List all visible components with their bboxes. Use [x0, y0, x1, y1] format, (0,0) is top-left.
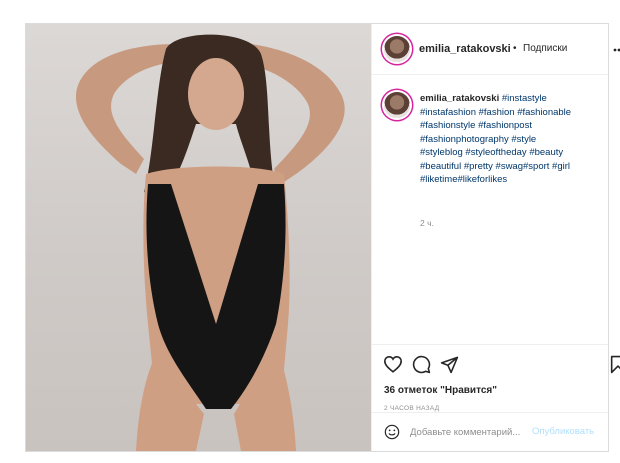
hashtag[interactable]: #likeforlikes — [458, 174, 508, 185]
hashtag[interactable]: #fashionphotography — [420, 134, 509, 145]
hashtag[interactable]: #instastyle — [502, 93, 547, 104]
post-sidebar: emilia_ratakovski • Подписки emilia_rata… — [371, 24, 620, 451]
following-button[interactable]: Подписки — [523, 43, 567, 54]
publish-button[interactable]: Опубликовать — [532, 426, 594, 437]
hashtag[interactable]: #sport — [523, 161, 549, 172]
more-options-icon[interactable] — [613, 48, 620, 52]
caption-username[interactable]: emilia_ratakovski — [420, 93, 499, 104]
hashtag[interactable]: #beautiful — [420, 161, 461, 172]
post-card: emilia_ratakovski • Подписки emilia_rata… — [25, 23, 620, 452]
hashtag[interactable]: #fashionable — [517, 107, 571, 118]
hashtag[interactable]: #liketime — [420, 174, 458, 185]
hashtag[interactable]: #pretty — [464, 161, 493, 172]
model-photo-illustration — [75, 34, 345, 451]
comment-bar: Опубликовать — [372, 412, 608, 451]
hashtag[interactable]: #fashion — [479, 107, 515, 118]
comment-input[interactable] — [410, 424, 530, 440]
smiley-icon[interactable] — [384, 424, 400, 440]
hashtag[interactable]: #beauty — [529, 147, 563, 158]
heart-icon[interactable] — [383, 355, 403, 373]
bookmark-icon[interactable] — [610, 355, 620, 374]
caption-time: 2 ч. — [420, 218, 434, 228]
hashtag[interactable]: #fashionpost — [478, 120, 532, 131]
hashtag[interactable]: #swag — [496, 161, 523, 172]
hashtag[interactable]: #styleblog — [420, 147, 463, 158]
post-header: emilia_ratakovski • Подписки — [372, 24, 620, 75]
post-photo[interactable] — [26, 24, 371, 451]
hashtag[interactable]: #instafashion — [420, 107, 476, 118]
hashtag[interactable]: #girl — [552, 161, 570, 172]
hashtag[interactable]: #fashionstyle — [420, 120, 475, 131]
header-username[interactable]: emilia_ratakovski — [419, 43, 511, 55]
hashtag[interactable]: #style — [511, 134, 536, 145]
post-date: 2 ЧАСОВ НАЗАД — [384, 405, 440, 412]
caption-avatar[interactable] — [384, 92, 410, 118]
comment-icon[interactable] — [412, 355, 431, 374]
paper-plane-icon[interactable] — [440, 355, 459, 374]
header-separator: • — [513, 43, 517, 54]
likes-count[interactable]: 36 отметок "Нравится" — [384, 385, 497, 396]
post-caption: emilia_ratakovski #instastyle #instafash… — [420, 92, 608, 187]
hashtag[interactable]: #styleoftheday — [465, 147, 526, 158]
avatar[interactable] — [384, 36, 410, 62]
